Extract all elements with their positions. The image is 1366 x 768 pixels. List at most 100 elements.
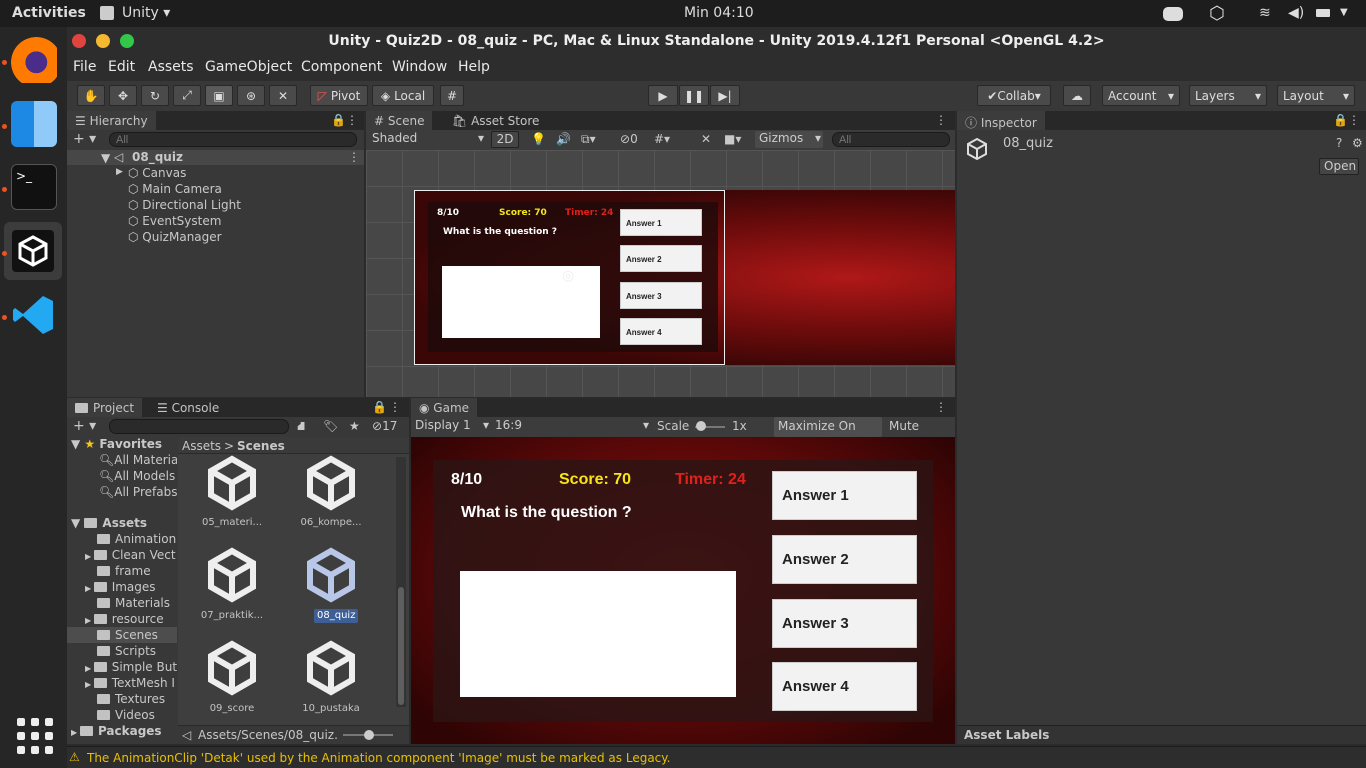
pivot-toggle[interactable]: ◸ Pivot bbox=[310, 85, 368, 106]
pause-button[interactable]: ❚❚ bbox=[679, 85, 709, 106]
effects-icon[interactable]: ⧉▾ bbox=[581, 132, 596, 147]
camera-icon[interactable]: ■▾ bbox=[724, 132, 741, 146]
system-menu-chevron-icon[interactable]: ▼ bbox=[1340, 7, 1348, 18]
hierarchy-item-quizmanager[interactable]: ⬡ QuizManager bbox=[128, 230, 222, 244]
favorite-all-models[interactable]: 🔍︎All Models bbox=[99, 469, 175, 483]
tab-inspector[interactable]: ⓘ Inspector bbox=[957, 111, 1045, 130]
unity-dock-active[interactable] bbox=[4, 222, 62, 280]
account-dropdown[interactable]: Account ▾ bbox=[1102, 85, 1180, 106]
collab-dropdown[interactable]: ✔ Collab ▾ bbox=[977, 85, 1051, 106]
local-toggle[interactable]: ◈ Local bbox=[372, 85, 434, 106]
project-search-input[interactable] bbox=[109, 419, 289, 434]
firefox-icon[interactable] bbox=[11, 37, 57, 83]
grid-toggle-icon[interactable]: #▾ bbox=[654, 132, 670, 146]
assets-node[interactable]: ▼ Assets bbox=[71, 516, 147, 530]
content-scrollbar[interactable] bbox=[396, 457, 406, 707]
settings-gear-icon[interactable]: ⚙ bbox=[1352, 136, 1363, 150]
play-button[interactable]: ▶ bbox=[648, 85, 678, 106]
tab-scene[interactable]: # Scene bbox=[366, 111, 433, 130]
maximize-on-play-toggle[interactable]: Maximize On Play bbox=[774, 417, 882, 452]
lighting-icon[interactable]: 💡 bbox=[531, 132, 546, 146]
mute-audio-toggle[interactable]: Mute Audio bbox=[885, 417, 955, 452]
unity-scene-file-icon-selected[interactable] bbox=[302, 546, 360, 604]
help-icon[interactable]: ? bbox=[1336, 136, 1342, 150]
folder-videos[interactable]: Videos bbox=[97, 708, 155, 722]
scale-slider-thumb[interactable] bbox=[696, 421, 706, 431]
unity-scene-file-icon[interactable] bbox=[203, 454, 261, 512]
hierarchy-search-input[interactable] bbox=[109, 132, 357, 147]
answer-4-button[interactable]: Answer 4 bbox=[772, 662, 917, 711]
move-tool-icon[interactable]: ✥ bbox=[109, 85, 137, 106]
hierarchy-item-main-camera[interactable]: ⬡ Main Camera bbox=[128, 182, 222, 196]
menu-edit[interactable]: Edit bbox=[108, 59, 135, 75]
menu-file[interactable]: File bbox=[73, 59, 96, 75]
panel-menu-icon[interactable]: ⋮ bbox=[1348, 113, 1360, 127]
panel-menu-icon[interactable]: ⋮ bbox=[935, 400, 947, 414]
folder-frame[interactable]: frame bbox=[97, 564, 151, 578]
unity-scene-file-icon[interactable] bbox=[302, 639, 360, 697]
menu-component[interactable]: Component bbox=[301, 59, 382, 75]
vscode-icon[interactable] bbox=[11, 292, 57, 338]
lock-icon[interactable]: 🔒 bbox=[331, 113, 346, 127]
folder-animation[interactable]: Animation bbox=[97, 532, 176, 546]
open-button[interactable]: Open bbox=[1319, 158, 1359, 175]
answer-1-button[interactable]: Answer 1 bbox=[772, 471, 917, 520]
grid-snap-icon[interactable]: # bbox=[440, 85, 464, 106]
app-menu-button[interactable]: Unity ▾ bbox=[122, 5, 170, 21]
scene-answer-4[interactable]: Answer 4 bbox=[620, 318, 702, 345]
hand-tool-icon[interactable]: ✋ bbox=[77, 85, 105, 106]
icon-size-slider-thumb[interactable] bbox=[364, 730, 374, 740]
file-label[interactable]: 09_score bbox=[187, 703, 277, 714]
scrollbar-thumb[interactable] bbox=[398, 587, 404, 705]
step-button[interactable]: ▶| bbox=[710, 85, 740, 106]
answer-3-button[interactable]: Answer 3 bbox=[772, 599, 917, 648]
folder-simple-buttons[interactable]: ▶ Simple But bbox=[85, 660, 177, 674]
audio-icon[interactable]: 🔊 bbox=[556, 132, 571, 146]
folder-resource[interactable]: ▶ resource bbox=[85, 612, 164, 626]
favorite-all-prefabs[interactable]: 🔍︎All Prefabs bbox=[99, 485, 177, 499]
wifi-icon[interactable]: ≋ bbox=[1259, 5, 1271, 21]
battery-icon[interactable] bbox=[1316, 9, 1330, 17]
scene-search-input[interactable] bbox=[832, 132, 950, 147]
lock-icon[interactable]: 🔒 bbox=[1333, 113, 1348, 127]
tab-hierarchy[interactable]: ☰ Hierarchy bbox=[67, 111, 156, 130]
project-create-button[interactable]: + ▾ bbox=[73, 418, 96, 434]
layers-dropdown[interactable]: Layers ▾ bbox=[1189, 85, 1267, 106]
folder-textures[interactable]: Textures bbox=[97, 692, 165, 706]
unity-tray-icon[interactable]: ⬡ bbox=[1209, 3, 1225, 24]
folder-materials[interactable]: Materials bbox=[97, 596, 170, 610]
volume-icon[interactable]: ◀) bbox=[1288, 5, 1304, 21]
folder-textmesh[interactable]: ▶ TextMesh I bbox=[85, 676, 175, 690]
lock-icon[interactable]: 🔒 bbox=[372, 400, 387, 414]
layout-dropdown[interactable]: Layout ▾ bbox=[1277, 85, 1355, 106]
answer-2-button[interactable]: Answer 2 bbox=[772, 535, 917, 584]
tab-game[interactable]: ◉ Game bbox=[411, 398, 478, 417]
unity-scene-file-icon[interactable] bbox=[203, 546, 261, 604]
expand-arrow-icon[interactable]: ▼ bbox=[101, 151, 110, 165]
filter-by-type-icon[interactable]: ⛘ bbox=[297, 419, 305, 435]
scene-answer-2[interactable]: Answer 2 bbox=[620, 245, 702, 272]
filter-by-label-icon[interactable]: 🏷 bbox=[323, 419, 338, 433]
menu-help[interactable]: Help bbox=[458, 59, 490, 75]
scene-answer-3[interactable]: Answer 3 bbox=[620, 282, 702, 309]
folder-scenes-selected[interactable]: Scenes bbox=[67, 627, 177, 643]
game-viewport[interactable]: 8/10 Score: 70 Timer: 24 What is the que… bbox=[411, 437, 955, 744]
unity-scene-file-icon[interactable] bbox=[203, 639, 261, 697]
file-label[interactable]: 05_materi... bbox=[187, 517, 277, 528]
clock[interactable]: Min 04:10 bbox=[684, 5, 754, 21]
scene-menu-icon[interactable]: ⋮ bbox=[348, 150, 360, 164]
scene-viewport[interactable]: 8/10 Score: 70 Timer: 24 What is the que… bbox=[366, 150, 955, 397]
panel-menu-icon[interactable]: ⋮ bbox=[935, 113, 947, 127]
rotate-tool-icon[interactable]: ↻ bbox=[141, 85, 169, 106]
scene-answer-1[interactable]: Answer 1 bbox=[620, 209, 702, 236]
terminal-icon[interactable]: >_ bbox=[11, 164, 57, 210]
hierarchy-item-canvas[interactable]: ⬡ Canvas bbox=[128, 166, 186, 180]
gizmos-dropdown[interactable]: Gizmos ▾ bbox=[755, 131, 823, 148]
scale-tool-icon[interactable]: ⤢ bbox=[173, 85, 201, 106]
hidden-objects-icon[interactable]: ⊘0 bbox=[620, 132, 638, 146]
hierarchy-item-eventsystem[interactable]: ⬡ EventSystem bbox=[128, 214, 221, 228]
finder-icon[interactable] bbox=[11, 101, 57, 147]
panel-menu-icon[interactable]: ⋮ bbox=[389, 400, 401, 414]
file-label[interactable]: 10_pustaka bbox=[286, 703, 376, 714]
folder-clean-vector[interactable]: ▶ Clean Vect bbox=[85, 548, 176, 562]
